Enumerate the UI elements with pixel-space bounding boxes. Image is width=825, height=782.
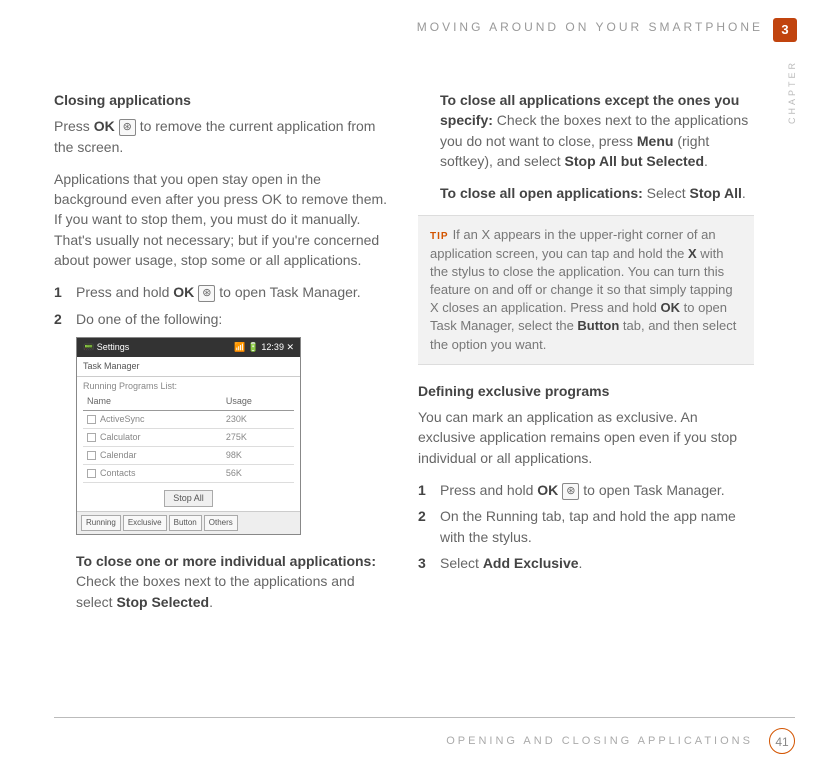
ss-stop-all-button: Stop All [164,490,213,507]
ss-clock: 📶 🔋 12:39 ✕ [234,341,294,354]
table-row: Calculator275K [83,429,294,447]
step-number: 2 [418,506,440,547]
ss-running-label: Running Programs List: [83,380,294,393]
ok-button-icon [562,483,579,500]
ok-button-icon [119,119,136,136]
excl-step-3: 3 Select Add Exclusive. [418,553,754,573]
table-row: Contacts56K [83,465,294,483]
table-row: Calendar98K [83,447,294,465]
ss-title: 📟 Settings [83,341,129,354]
step-number: 2 [54,309,76,329]
close-except-instruction: To close all applications except the one… [418,90,754,171]
ss-program-table: NameUsage ActiveSync230K Calculator275K … [83,393,294,483]
left-column: Closing applications Press OK to remove … [54,90,390,624]
ss-tab: Button [169,515,202,531]
closing-apps-background: Applications that you open stay open in … [54,169,390,270]
step-2: 2 Do one of the following: [54,309,390,329]
step-number: 1 [54,282,76,302]
closing-apps-heading: Closing applications [54,90,390,110]
close-individual-instruction: To close one or more individual applicat… [54,551,390,612]
chapter-number-tab: 3 [773,18,797,42]
task-manager-screenshot: 📟 Settings 📶 🔋 12:39 ✕ Task Manager Runn… [76,337,301,535]
close-all-instruction: To close all open applications: Select S… [418,183,754,203]
chapter-label: CHAPTER [787,60,797,124]
ok-button-icon [198,285,215,302]
excl-step-2: 2 On the Running tab, tap and hold the a… [418,506,754,547]
footer-section-title: OPENING AND CLOSING APPLICATIONS [446,735,753,747]
ss-tab: Others [204,515,238,531]
closing-apps-intro: Press OK to remove the current applicati… [54,116,390,157]
tip-box: TIPIf an X appears in the upper-right co… [418,215,754,364]
ss-subtitle: Task Manager [77,357,300,377]
ss-tab: Running [81,515,121,531]
page-footer: OPENING AND CLOSING APPLICATIONS 41 [54,717,795,754]
exclusive-intro: You can mark an application as exclusive… [418,407,754,468]
step-number: 1 [418,480,440,500]
step-number: 3 [418,553,440,573]
exclusive-heading: Defining exclusive programs [418,381,754,401]
running-header: MOVING AROUND ON YOUR SMARTPHONE [417,20,763,34]
tip-label: TIP [430,231,449,242]
ss-tab: Exclusive [123,515,167,531]
table-row: ActiveSync230K [83,411,294,429]
excl-step-1: 1 Press and hold OK to open Task Manager… [418,480,754,500]
right-column: To close all applications except the one… [418,90,754,624]
page-number: 41 [769,728,795,754]
step-1: 1 Press and hold OK to open Task Manager… [54,282,390,302]
